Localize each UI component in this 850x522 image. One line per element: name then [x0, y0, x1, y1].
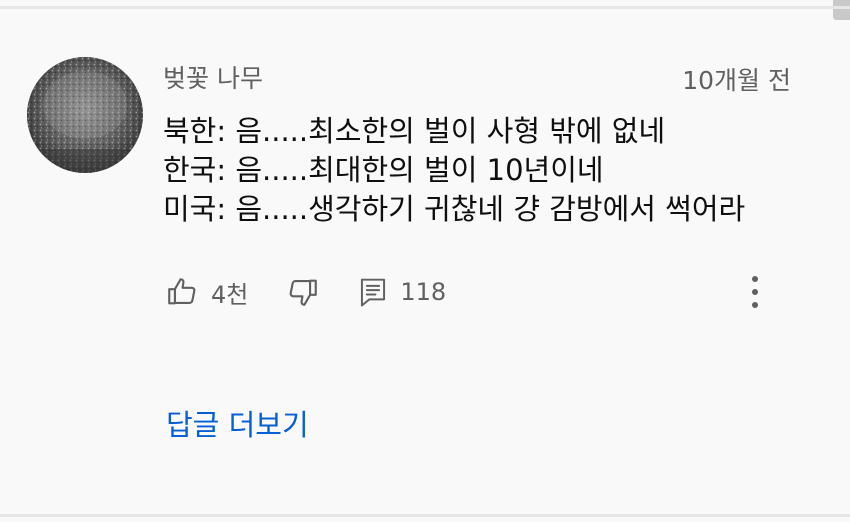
- reply-button[interactable]: 118: [358, 276, 446, 308]
- comment-screen: 벚꽃 나무 10개월 전 북한: 음.....최소한의 벌이 사형 밖에 없네 …: [0, 0, 850, 522]
- comment-icon: [358, 276, 388, 308]
- more-vertical-icon-dot: [752, 289, 758, 295]
- comment-timestamp: 10개월 전: [682, 66, 791, 95]
- bottom-divider: [0, 514, 850, 517]
- more-options-button[interactable]: [740, 270, 770, 314]
- more-vertical-icon-dot: [752, 302, 758, 308]
- show-replies-link[interactable]: 답글 더보기: [166, 405, 309, 445]
- thumbs-up-icon: [165, 275, 199, 309]
- like-button[interactable]: 4천: [165, 275, 248, 310]
- comment-line: 한국: 음.....최대한의 벌이 10년이네: [163, 153, 604, 187]
- comment-line: 미국: 음.....생각하기 귀찮네 걍 감방에서 썩어라: [163, 192, 746, 226]
- comment-text: 북한: 음.....최소한의 벌이 사형 밖에 없네 한국: 음.....최대한…: [163, 112, 823, 229]
- comment-line: 북한: 음.....최소한의 벌이 사형 밖에 없네: [163, 114, 666, 148]
- scrollbar-handle[interactable]: [833, 0, 850, 20]
- top-divider: [0, 6, 850, 9]
- comment-actions: 4천 118: [165, 272, 446, 312]
- reply-count: 118: [400, 278, 447, 306]
- more-vertical-icon: [752, 276, 758, 282]
- comment-author[interactable]: 벚꽃 나무: [163, 62, 263, 96]
- dislike-button[interactable]: [286, 275, 320, 309]
- like-count: 4천: [211, 280, 249, 309]
- thumbs-down-icon: [286, 275, 320, 309]
- avatar[interactable]: [27, 57, 143, 173]
